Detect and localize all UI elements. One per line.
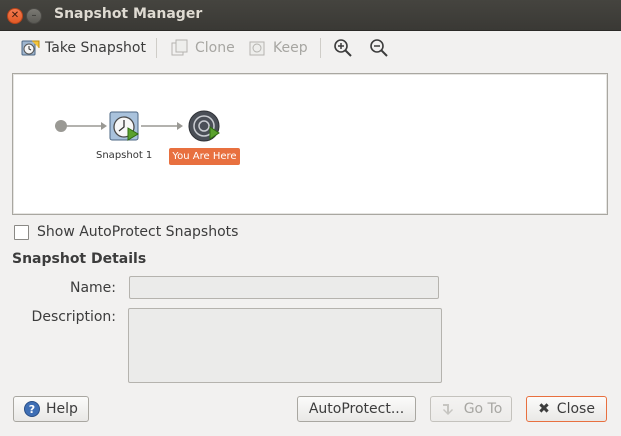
keep-icon (249, 41, 265, 56)
title-bar: ✕ – Snapshot Manager (0, 0, 621, 31)
toolbar-separator (156, 38, 157, 58)
snapshot-details-heading: Snapshot Details (12, 251, 147, 267)
zoom-out-icon (370, 39, 388, 57)
take-snapshot-label: Take Snapshot (45, 40, 146, 56)
show-autoprotect-option[interactable]: Show AutoProtect Snapshots (14, 224, 238, 240)
close-label: Close (556, 401, 595, 417)
snapshot-1-node-icon[interactable] (109, 111, 139, 141)
close-x-icon: ✖ (538, 401, 550, 417)
description-label: Description: (31, 309, 116, 325)
window-title: Snapshot Manager (54, 6, 203, 22)
name-label: Name: (69, 280, 116, 296)
keep-label: Keep (273, 40, 308, 56)
root-node-dot (55, 120, 67, 132)
zoom-in-icon (334, 39, 352, 57)
toolbar-separator (320, 38, 321, 58)
show-autoprotect-checkbox[interactable] (14, 224, 29, 240)
clone-button[interactable]: Clone (170, 36, 235, 60)
help-button[interactable]: ? Help (13, 396, 89, 422)
go-to-label: Go To (463, 401, 503, 417)
window-close-button[interactable]: ✕ (7, 8, 23, 24)
take-snapshot-button[interactable]: Take Snapshot (20, 36, 146, 60)
go-to-button[interactable]: Go To (430, 396, 512, 422)
take-snapshot-icon (21, 40, 40, 56)
zoom-in-button[interactable] (333, 36, 358, 60)
clone-icon (171, 39, 188, 56)
svg-text:?: ? (29, 403, 35, 416)
window-minimize-button[interactable]: – (26, 8, 42, 24)
close-button[interactable]: ✖ Close (526, 396, 607, 422)
you-are-here-node-icon[interactable] (188, 110, 220, 142)
help-label: Help (46, 401, 78, 417)
close-icon: ✕ (10, 10, 20, 21)
snapshot-1-label: Snapshot 1 (96, 150, 153, 161)
clone-label: Clone (195, 40, 235, 56)
minimize-icon: – (31, 10, 37, 21)
you-are-here-badge: You Are Here (169, 148, 240, 165)
snapshot-tree-view[interactable]: Snapshot 1 You Are Here (12, 73, 608, 215)
autoprotect-button[interactable]: AutoProtect... (297, 396, 416, 422)
show-autoprotect-label: Show AutoProtect Snapshots (37, 224, 239, 240)
go-to-icon (442, 404, 453, 415)
toolbar: Take Snapshot Clone Keep (0, 31, 621, 65)
autoprotect-label: AutoProtect... (308, 401, 405, 417)
snapshot-tree-graph (55, 110, 220, 142)
name-field[interactable] (129, 276, 439, 299)
help-icon: ? (24, 401, 41, 417)
description-field[interactable] (128, 308, 442, 383)
zoom-out-button[interactable] (369, 36, 394, 60)
keep-button[interactable]: Keep (248, 36, 308, 60)
